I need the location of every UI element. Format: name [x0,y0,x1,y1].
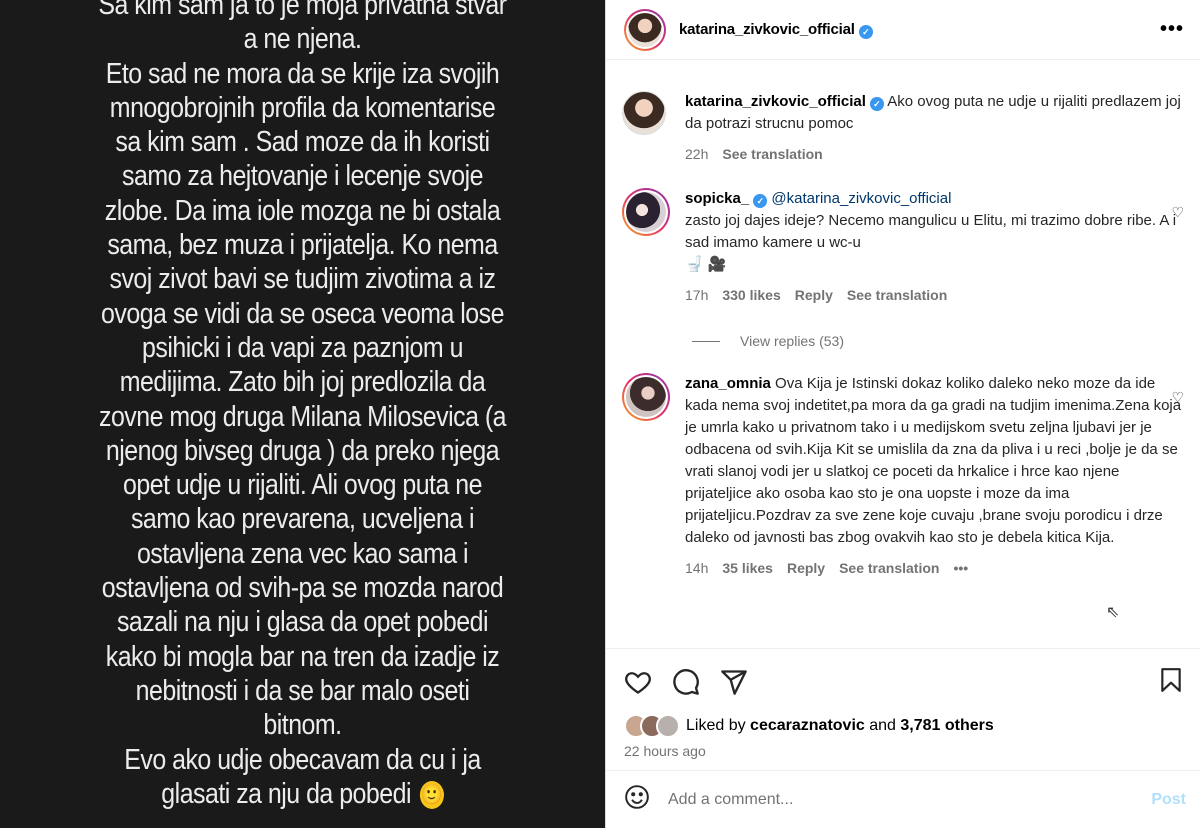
story-line: sazali na nju i glasa da opet pobedi [116,606,489,639]
comment-mention[interactable]: @katarina_zivkovic_official [771,190,951,207]
avatar [626,377,666,417]
view-replies-button[interactable]: View replies (53) [692,333,844,349]
likes-summary: Liked by cecaraznatovic and 3,781 others [624,714,994,738]
comment-more-options-button[interactable]: ••• [953,557,968,579]
verified-badge-icon: ✓ [858,24,873,39]
caption: katarina_zivkovic_official ✓ Ako ovog put… [622,91,1184,165]
story-line: sama, bez muza i prijatelja. Ko nema [107,229,498,262]
avatar-story-ring[interactable] [622,373,670,421]
story-line: Evo ako udje obecavam da cu i ja [124,743,481,776]
avatar-story-ring[interactable] [622,188,670,236]
comment-like-heart-icon[interactable]: ♡ [1171,204,1184,221]
avatar [626,192,666,232]
comment-time[interactable]: 14h [685,557,708,579]
story-line: Sa kim sam ja to je moja privatna stvar [98,0,507,21]
comment-likes[interactable]: 330 likes [722,284,780,306]
liked-by-prefix: Liked by [686,717,746,734]
comment-body: zana_omnia Ova Kija je Istinski dokaz ko… [685,373,1184,579]
comment-bubble-icon[interactable] [672,668,700,696]
post-panel: katarina_zivkovic_official ✓ ••• katarina… [605,0,1200,828]
story-line: medijima. Zato bih joj predlozila da [119,366,486,399]
avatar[interactable] [622,91,666,135]
story-line: opet udje u rijaliti. Ali ovog puta ne [123,469,482,502]
story-line: ovoga se vidi da se oseca veoma lose [101,297,504,330]
comment-meta: 14h 35 likes Reply See translation ••• [685,557,1184,579]
story-line: njenog bivseg druga ) da preko njega [105,434,500,467]
comment-input[interactable] [668,790,1152,809]
story-line: svoj zivot bavi se tudjim zivotima a iz [109,263,496,296]
add-comment-bar: Post [606,770,1200,828]
story-line: samo kao prevarena, ucveljena i [130,503,475,536]
comment-username[interactable]: zana_omnia [685,375,771,392]
comment-time[interactable]: 17h [685,284,708,306]
story-line: ostavljena zena vec kao sama i [136,537,469,570]
post-header: katarina_zivkovic_official ✓ ••• [606,0,1200,60]
emoji-picker-icon[interactable] [624,784,650,815]
comment-text: Ova Kija je Istinski dokaz koliko daleko… [685,375,1182,546]
comment-item: zana_omnia Ova Kija je Istinski dokaz ko… [622,373,1184,579]
story-line: glasati za nju da pobedi 🙂 [42,777,562,811]
avatar [656,714,680,738]
post-time[interactable]: 22 hours ago [624,743,706,759]
story-line: kako bi mogla bar na tren da izadje iz [105,640,500,673]
story-last-line-text: glasati za nju da pobedi [161,777,411,810]
story-line: a ne njena. [243,23,362,56]
caption-body: katarina_zivkovic_official ✓ Ako ovog put… [685,91,1184,165]
see-translation-button[interactable]: See translation [839,557,939,579]
see-translation-button[interactable]: See translation [722,143,822,165]
story-line: zovne mog druga Milana Milosevica (a [99,400,507,433]
header-username[interactable]: katarina_zivkovic_official ✓ [679,21,873,39]
story-line: sa kim sam . Sad moze da ih koristi [115,126,490,159]
caption-time[interactable]: 22h [685,143,708,165]
smile-emoji-icon: 🙂 [419,781,444,810]
story-line: ostavljena od svih-pa se mozda narod [101,572,504,605]
story-line: bitnom. [263,709,342,742]
story-text: Sa kim sam ja to je moja privatna stvar … [42,0,562,811]
reply-button[interactable]: Reply [787,557,825,579]
comments-section: katarina_zivkovic_official ✓ Ako ovog put… [606,61,1200,649]
liked-by-and: and [869,717,896,734]
share-send-icon[interactable] [720,668,748,696]
see-translation-button[interactable]: See translation [847,284,947,306]
liked-by-user[interactable]: cecaraznatovic [750,717,865,735]
like-heart-icon[interactable] [624,668,652,696]
story-line: psihicki i da vapi za paznjom u [142,331,463,364]
post-comment-button[interactable]: Post [1151,791,1186,809]
verified-badge-icon: ✓ [753,194,768,208]
verified-badge-icon: ✓ [869,97,884,111]
liked-by-others[interactable]: 3,781 others [900,717,993,735]
post-actions [624,664,1184,700]
caption-username[interactable]: katarina_zivkovic_official [685,93,866,110]
story-line: nebitnosti i da se bar malo oseti [135,674,470,707]
comment-like-heart-icon[interactable]: ♡ [1171,389,1184,406]
comment-item: sopicka_ ✓ @katarina_zivkovic_official za… [622,188,1184,306]
replies-divider [692,340,720,342]
comment-meta: 17h 330 likes Reply See translation [685,284,1184,306]
story-line: mnogobrojnih profila da komentarise [109,91,496,124]
story-line: samo za hejtovanje i lecenje svoje [122,160,483,193]
view-replies-label[interactable]: View replies (53) [740,333,844,349]
comment-emojis: 🚽 🎥 [685,256,727,273]
comment-body: sopicka_ ✓ @katarina_zivkovic_official za… [685,188,1184,306]
story-image: Sa kim sam ja to je moja privatna stvar … [0,0,605,828]
comment-text: zasto joj dajes ideje? Necemo mangulicu … [685,212,1177,251]
liker-avatars [624,714,680,738]
caption-meta: 22h See translation [685,143,1184,165]
reply-button[interactable]: Reply [795,284,833,306]
avatar [628,12,662,47]
profile-avatar-ring[interactable] [624,8,666,51]
comment-username[interactable]: sopicka_ [685,190,749,207]
header-username-text[interactable]: katarina_zivkovic_official [679,21,855,38]
comment-likes[interactable]: 35 likes [722,557,773,579]
mouse-cursor-icon: ⇖ [1106,604,1120,621]
more-options-button[interactable]: ••• [1160,18,1184,41]
save-bookmark-icon[interactable] [1158,666,1184,699]
story-line: Eto sad ne mora da se krije iza svojih [105,57,500,90]
story-line: zlobe. Da ima iole mozga ne bi ostala [104,194,501,227]
